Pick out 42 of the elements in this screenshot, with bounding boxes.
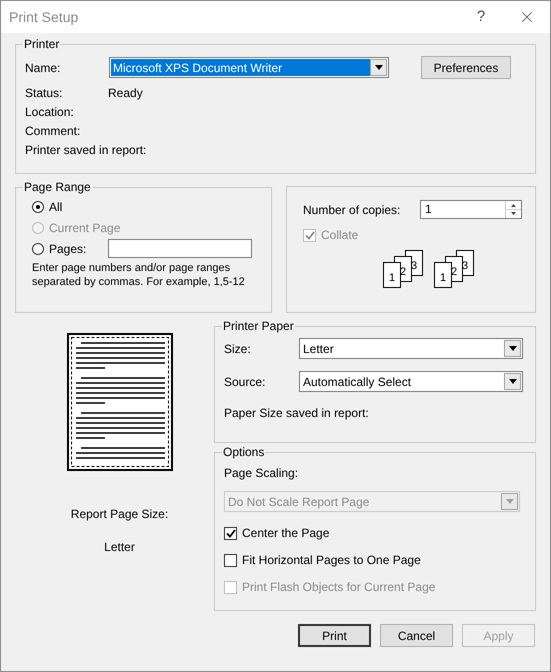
pages-input[interactable]	[108, 239, 252, 258]
radio-button[interactable]	[32, 242, 44, 254]
help-text: Enter page numbers and/or page ranges separated by commas. For example, 1,5-12	[32, 261, 246, 289]
radio-label[interactable]: Pages:	[49, 240, 86, 258]
field-label: Name:	[25, 60, 62, 76]
group-title: Printer Paper	[222, 319, 295, 333]
field-label: Source:	[224, 374, 266, 390]
field-value: Ready	[108, 84, 143, 102]
preferences-button[interactable]: Preferences	[421, 56, 511, 79]
checkbox[interactable]	[224, 554, 237, 566]
checkmark-icon	[304, 230, 314, 240]
field-label: Paper Size saved in report:	[224, 405, 370, 422]
checkbox[interactable]	[224, 526, 237, 540]
field-label: Comment:	[25, 122, 82, 140]
dropdown[interactable]: Automatically Select	[299, 371, 523, 392]
group-title: Printer	[23, 37, 60, 51]
group-title: Page Range	[23, 180, 92, 194]
field-label: Number of copies:	[303, 202, 402, 218]
dropdown-arrow-icon	[374, 65, 382, 70]
checkbox-label[interactable]: Fit Horizontal Pages to One Page	[242, 551, 421, 569]
radio-button[interactable]	[32, 200, 44, 212]
checkmark-icon	[226, 528, 236, 538]
copies-spinbox[interactable]: 1	[420, 200, 522, 219]
dialog-button[interactable]: Cancel	[380, 624, 453, 647]
window-title: Print Setup	[9, 8, 80, 27]
field-label: Status:	[25, 84, 64, 102]
dropdown-arrow-icon	[508, 379, 516, 384]
page-size-value: Letter	[104, 539, 135, 556]
group-title: Options	[222, 445, 266, 459]
dropdown-arrow-icon	[506, 499, 514, 504]
help-button[interactable]: ?	[458, 1, 504, 33]
dropdown-arrow-icon	[508, 346, 516, 351]
dialog-button[interactable]: Print	[298, 624, 371, 647]
checkbox-label[interactable]: Center the Page	[242, 524, 330, 542]
field-label: Location:	[25, 104, 75, 120]
field-label: Printer saved in report:	[25, 142, 146, 158]
field-label: Size:	[224, 340, 252, 358]
field-label: Page Scaling:	[224, 465, 300, 482]
dropdown[interactable]: Microsoft XPS Document Writer	[109, 57, 389, 78]
radio-label[interactable]: All	[49, 198, 62, 216]
dropdown[interactable]: Letter	[299, 338, 523, 359]
page-size-label: Report Page Size:	[70, 506, 168, 523]
